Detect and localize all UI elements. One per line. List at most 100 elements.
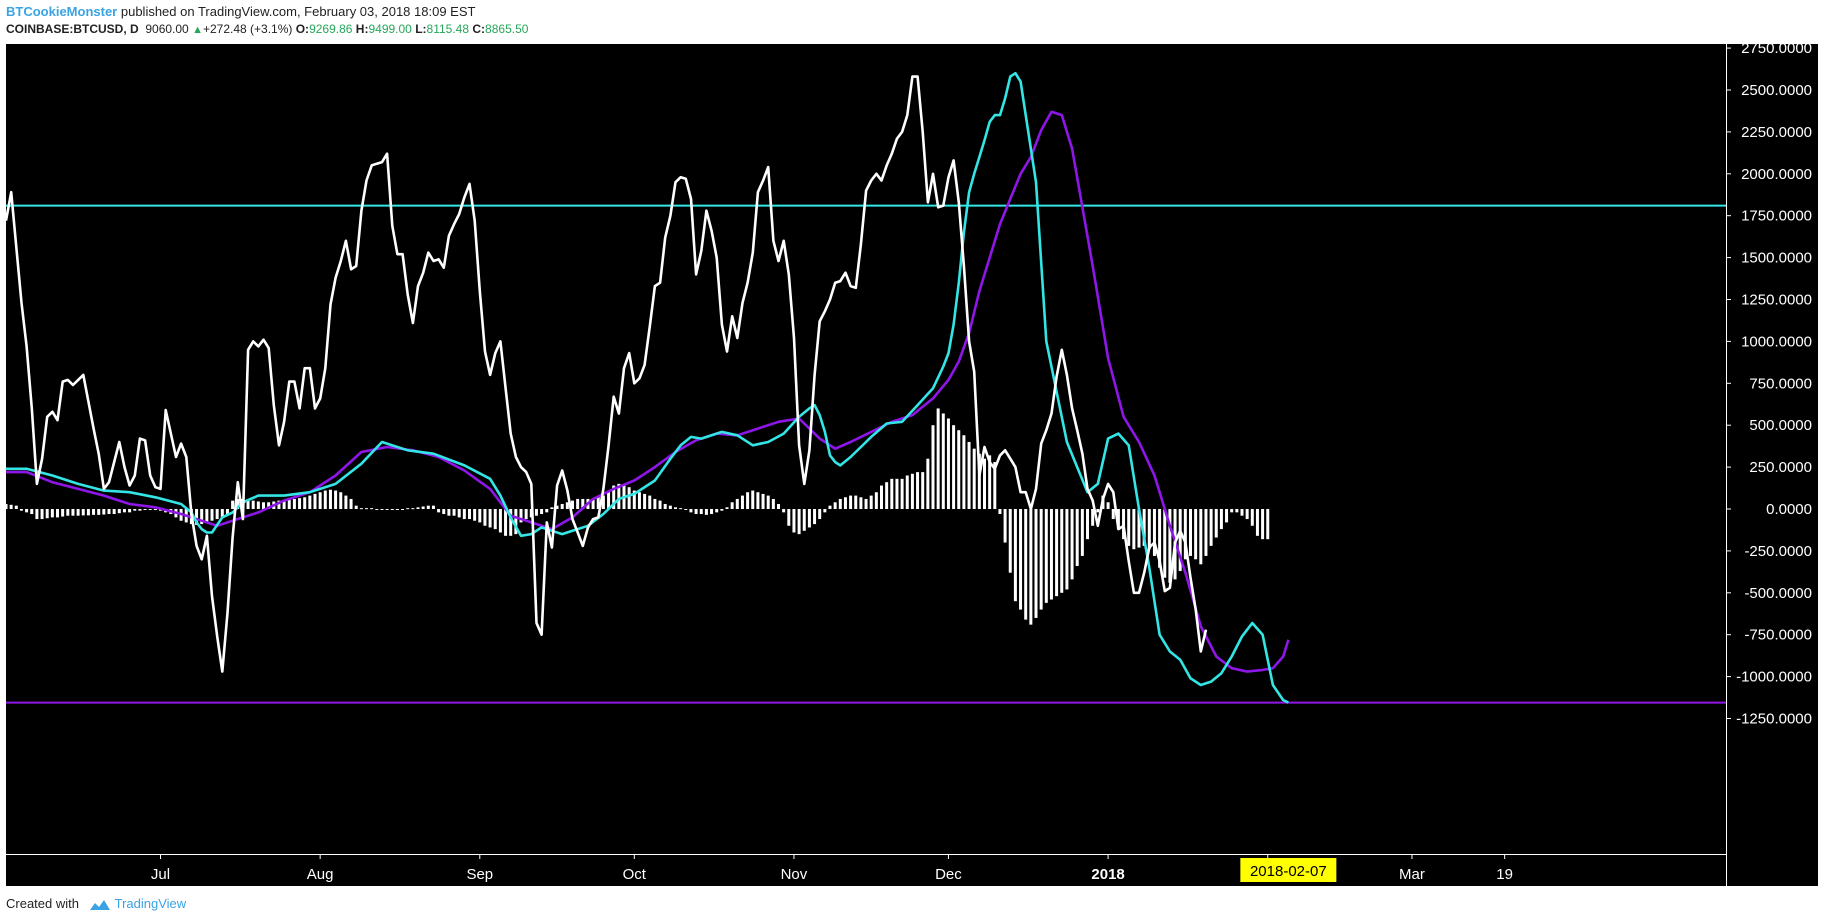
price-tick-label: 1000.0000 xyxy=(1741,333,1812,350)
histogram-bar xyxy=(1214,509,1218,538)
chart-area[interactable]: 2750.0000 2500.0000 2250.0000 2000.0000 1750… xyxy=(0,0,1824,892)
histogram-bar xyxy=(653,498,657,509)
histogram-bar xyxy=(720,509,724,511)
histogram-bar xyxy=(1034,509,1038,618)
histogram-bar xyxy=(807,509,811,528)
histogram-bar xyxy=(668,505,672,509)
price-tick-label: 2250.0000 xyxy=(1741,124,1812,141)
histogram-bar xyxy=(323,490,327,509)
histogram-bar xyxy=(431,505,435,509)
histogram-bar xyxy=(488,509,492,528)
histogram-bar xyxy=(81,509,85,516)
histogram-bar xyxy=(380,509,384,510)
histogram-bar xyxy=(534,509,538,516)
histogram-bar xyxy=(1225,509,1229,523)
histogram-bar xyxy=(35,509,39,520)
histogram-bar xyxy=(76,509,80,516)
histogram-bar xyxy=(56,509,59,518)
footer: Created with TradingView xyxy=(6,896,186,911)
histogram-bar xyxy=(740,495,744,509)
histogram-bar xyxy=(138,509,142,511)
histogram-bar xyxy=(45,509,49,519)
price-tick-label: 750.0000 xyxy=(1749,375,1812,392)
histogram-bar xyxy=(576,498,580,509)
histogram-bar xyxy=(910,473,914,509)
histogram-bar xyxy=(504,509,508,536)
histogram-bar xyxy=(735,498,739,509)
histogram-bar xyxy=(97,509,101,515)
time-tick-label: Nov xyxy=(781,866,808,883)
histogram-bar xyxy=(699,509,703,515)
histogram-bar xyxy=(478,509,482,523)
histogram-bar xyxy=(375,509,379,510)
histogram-bar xyxy=(14,505,18,509)
histogram-bar xyxy=(766,495,770,509)
histogram-bar xyxy=(843,497,847,509)
tradingview-logo-icon xyxy=(89,899,110,910)
histogram-bar xyxy=(411,508,415,510)
histogram-bar xyxy=(339,492,343,509)
histogram-bar xyxy=(40,509,44,520)
time-tick-label: 19 xyxy=(1496,866,1513,883)
histogram-bar xyxy=(864,498,868,509)
time-tick-label: Aug xyxy=(307,866,334,883)
histogram-bar xyxy=(19,509,23,511)
time-cursor: 2018-02-07 xyxy=(1240,858,1337,882)
histogram-bar xyxy=(972,448,976,509)
histogram-bar xyxy=(1080,509,1084,556)
histogram-bar xyxy=(1049,509,1053,600)
histogram-bar xyxy=(4,503,8,509)
histogram-bar xyxy=(674,507,677,509)
histogram-bar xyxy=(462,509,466,520)
histogram-bar xyxy=(885,482,889,509)
created-with-text: Created with xyxy=(6,896,79,911)
histogram-bar xyxy=(498,509,502,533)
histogram-bar xyxy=(540,509,544,515)
histogram-bar xyxy=(1230,509,1234,513)
histogram-bar xyxy=(957,430,961,509)
histogram-bar xyxy=(385,509,389,510)
histogram-bar xyxy=(421,506,425,509)
histogram-bar xyxy=(416,507,420,509)
histogram-bar xyxy=(1194,509,1198,560)
histogram-bar xyxy=(447,509,451,516)
histogram-bar xyxy=(849,495,853,509)
histogram-bar xyxy=(689,509,693,513)
histogram-bar xyxy=(818,509,822,520)
tradingview-brand-link[interactable]: TradingView xyxy=(115,896,187,911)
histogram-bar xyxy=(895,478,899,509)
histogram-bar xyxy=(1189,509,1192,556)
histogram-bar xyxy=(823,509,827,513)
histogram-bar xyxy=(117,509,121,514)
histogram-bar xyxy=(545,509,549,513)
histogram-bar xyxy=(1044,509,1048,603)
price-tick-label: 1750.0000 xyxy=(1741,208,1812,225)
histogram-bar xyxy=(648,495,652,509)
histogram-bar xyxy=(1060,509,1064,593)
histogram-bar xyxy=(426,505,430,509)
histogram-bar xyxy=(1106,502,1110,509)
histogram-bar xyxy=(148,509,152,510)
histogram-bar xyxy=(308,495,312,509)
price-tick-label: -1250.0000 xyxy=(1736,711,1812,728)
histogram-bar xyxy=(483,509,487,526)
price-tick-label: 2500.0000 xyxy=(1741,82,1812,99)
histogram-bar xyxy=(1199,509,1203,565)
histogram-bar xyxy=(298,498,302,509)
histogram-bar xyxy=(365,508,368,510)
histogram-bar xyxy=(205,509,209,523)
histogram-bar xyxy=(292,498,296,509)
time-tick-label: Mar xyxy=(1399,866,1425,883)
histogram-bar xyxy=(1245,509,1249,520)
histogram-bar xyxy=(962,435,966,509)
histogram-bar xyxy=(1029,509,1033,625)
histogram-bar xyxy=(751,490,755,509)
histogram-bar xyxy=(262,502,265,509)
histogram-bar xyxy=(354,505,358,509)
histogram-bar xyxy=(468,509,471,520)
histogram-bar xyxy=(756,492,760,509)
time-axis[interactable] xyxy=(6,854,1818,886)
price-tick-label: -750.0000 xyxy=(1744,627,1812,644)
histogram-bar xyxy=(679,508,683,510)
histogram-bar xyxy=(143,509,147,510)
